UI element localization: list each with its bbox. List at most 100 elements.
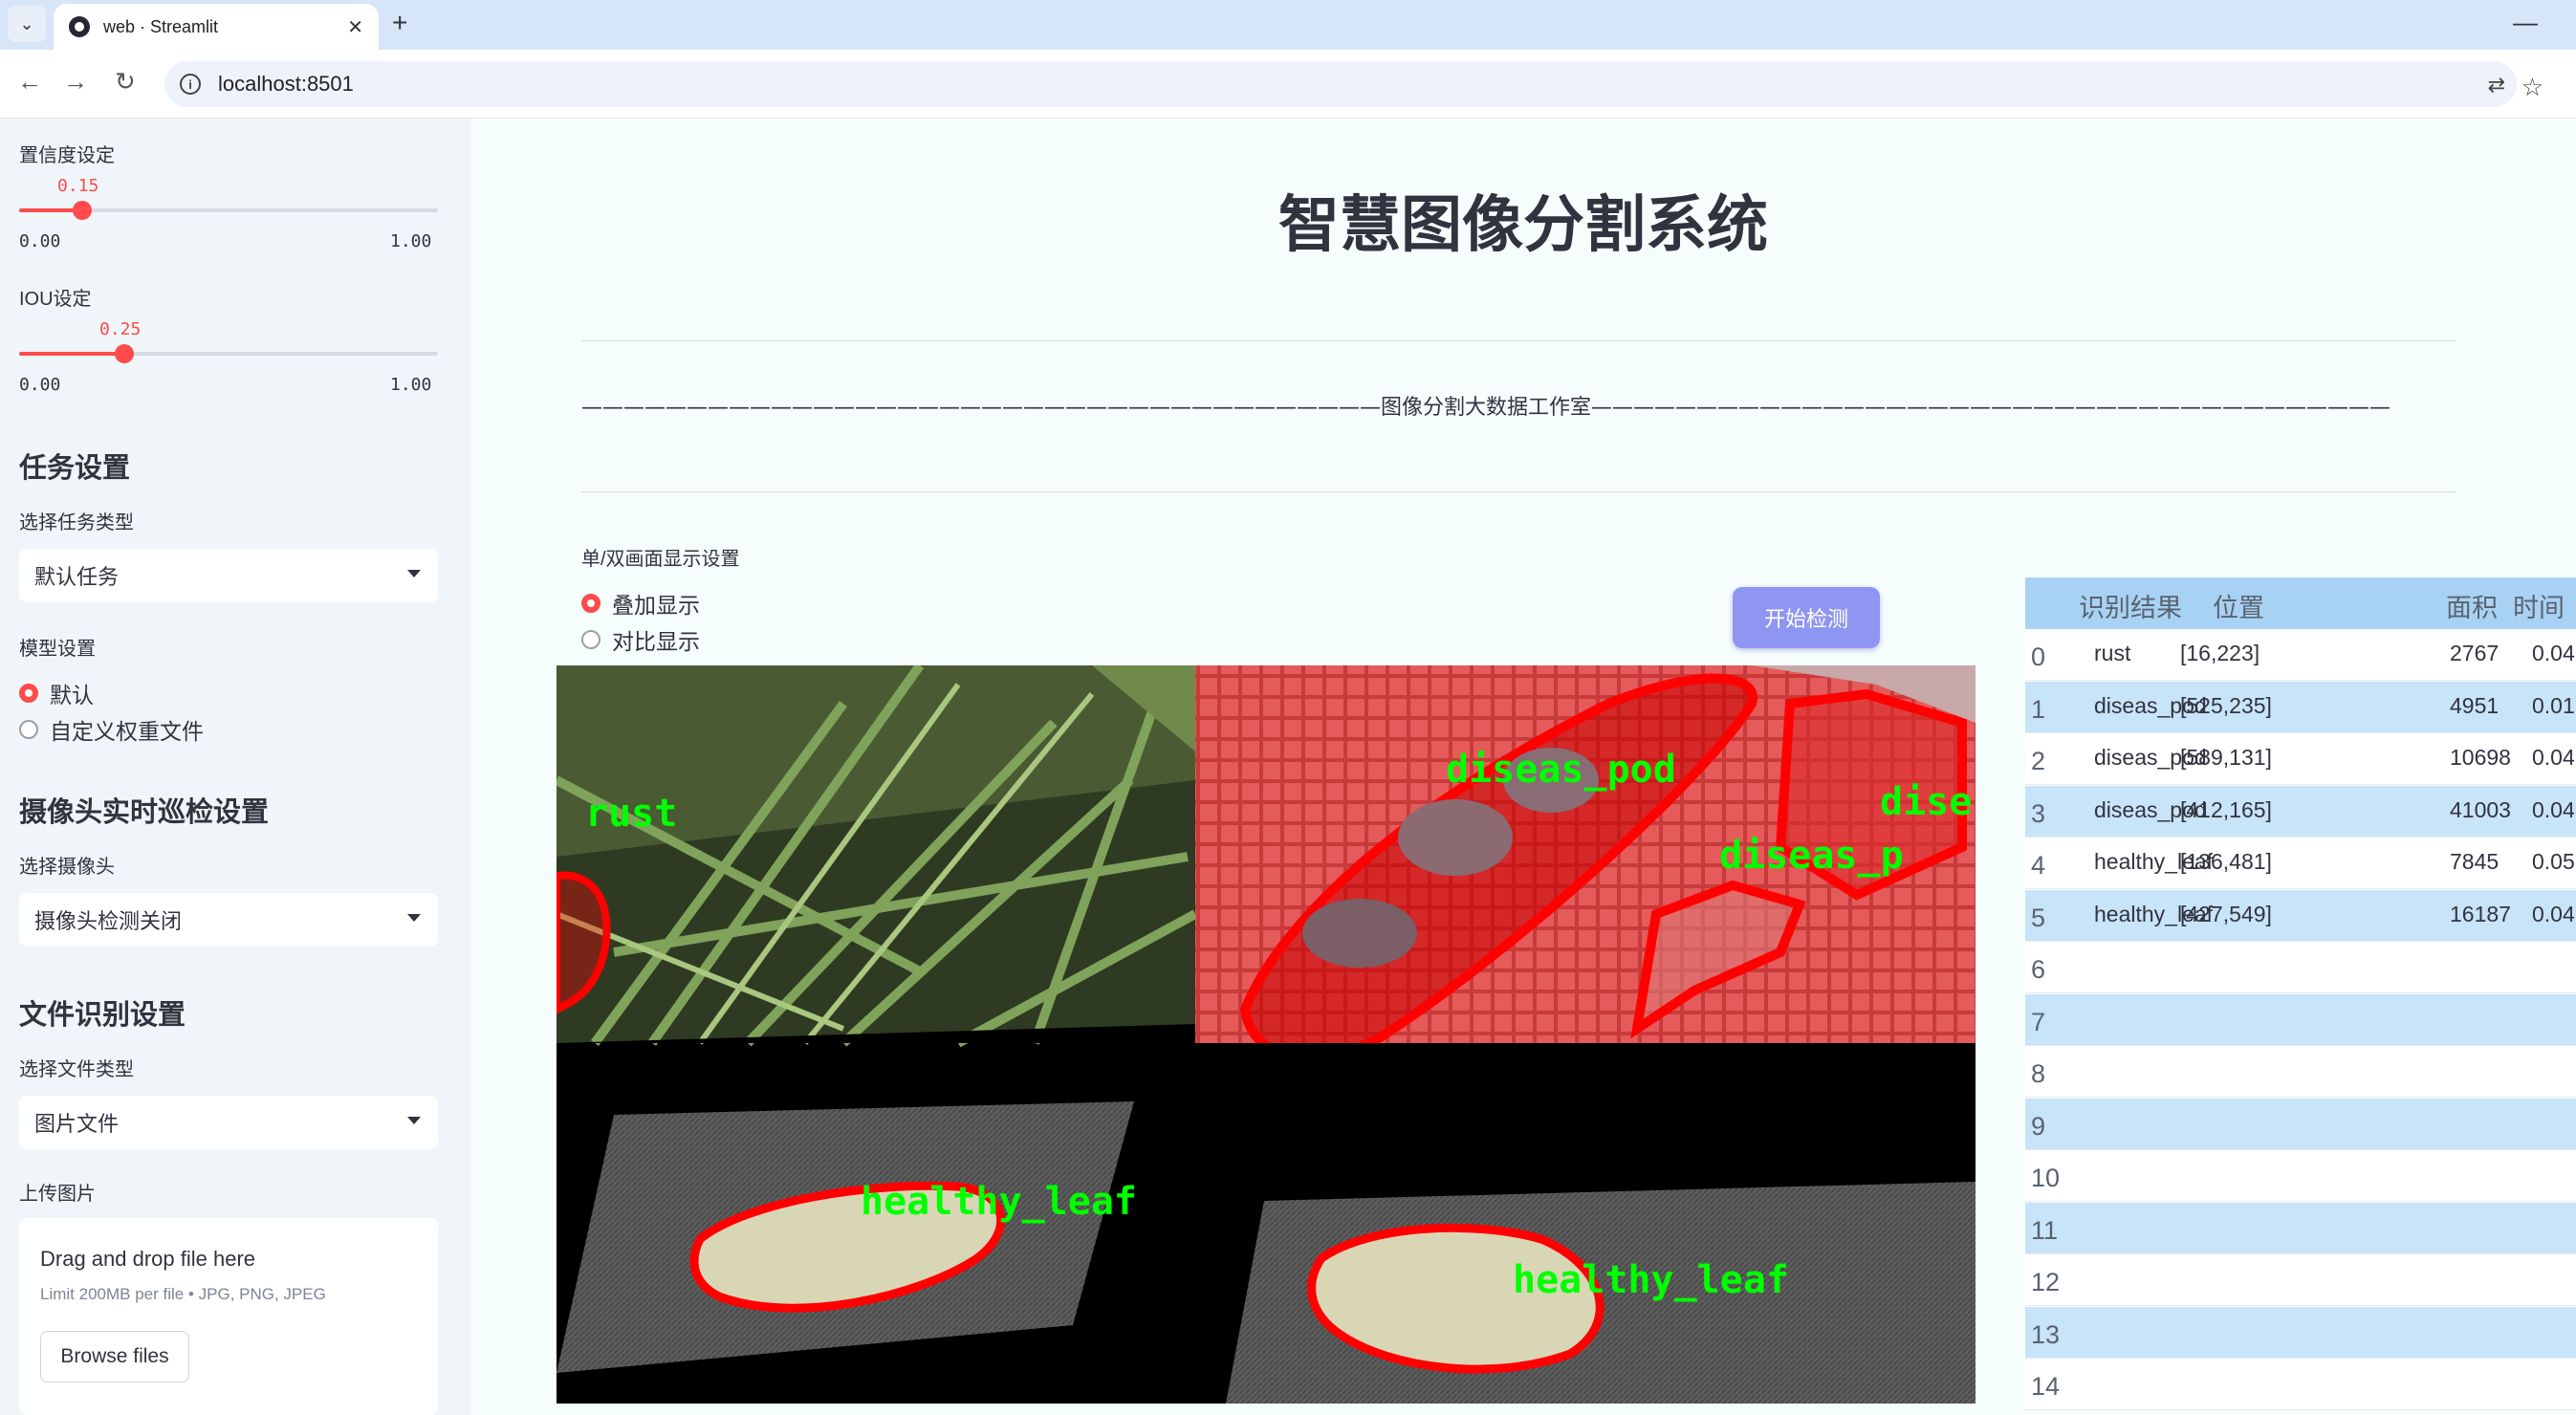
start-detection-button[interactable]: 开始检测	[1733, 587, 1880, 648]
file-type-value: 图片文件	[34, 1112, 120, 1136]
forward-arrow-icon[interactable]: →	[63, 67, 88, 97]
overlay-label-pod-2: dise	[1880, 780, 1973, 824]
confidence-value: 0.15	[57, 176, 99, 196]
model-option-default-label: 默认	[50, 683, 94, 708]
divider	[581, 340, 2456, 341]
camera-select[interactable]: 摄像头检测关闭	[19, 893, 438, 947]
file-dropzone[interactable]: Drag and drop file here Limit 200MB per …	[19, 1218, 438, 1415]
table-row[interactable]: 6	[2025, 942, 2576, 993]
iou-slider-thumb[interactable]	[115, 344, 134, 363]
streamlit-app: 置信度设定 0.15 0.00 1.00 IOU设定 0.25 0.00 1.0…	[0, 119, 2576, 1415]
new-tab-plus-icon[interactable]: +	[392, 8, 407, 38]
table-row[interactable]: 7	[2025, 993, 2576, 1046]
model-option-custom[interactable]: 自定义权重文件	[19, 713, 204, 746]
browse-files-button[interactable]: Browse files	[40, 1331, 189, 1382]
cell-area: 10698	[2450, 745, 2511, 770]
table-row[interactable]: 3 diseas_pod [412,165] 41003 0.04	[2025, 785, 2576, 838]
iou-max: 1.00	[390, 375, 432, 395]
model-option-default[interactable]: 默认	[19, 677, 94, 709]
browser-tab-bar: ⌄ web · Streamlit ✕ + —	[0, 0, 2576, 50]
cell-time: 0.04	[2532, 901, 2575, 926]
cell-area: 41003	[2450, 796, 2511, 822]
radio-selected-icon[interactable]	[581, 594, 600, 613]
site-info-icon[interactable]: i	[180, 74, 201, 95]
model-option-custom-label: 自定义权重文件	[50, 719, 204, 744]
table-row[interactable]: 5 healthy_leaf [427,549] 16187 0.04	[2025, 889, 2576, 942]
radio-unselected-icon[interactable]	[19, 720, 38, 739]
row-index: 9	[2031, 1111, 2046, 1141]
table-row[interactable]: 1 diseas_pod [525,235] 4951 0.01	[2025, 681, 2576, 733]
row-index: 13	[2031, 1319, 2061, 1349]
table-row[interactable]: 14	[2025, 1359, 2576, 1410]
cell-time: 0.04	[2532, 641, 2575, 665]
confidence-min: 0.00	[19, 231, 61, 251]
divider	[581, 491, 2456, 492]
cell-area: 2767	[2450, 641, 2500, 665]
chevron-down-icon	[407, 1117, 421, 1124]
overlay-label-leaf-1: healthy_leaf	[861, 1180, 1137, 1224]
translate-icon[interactable]: ⇄	[2488, 73, 2505, 98]
table-row[interactable]: 2 diseas_pod [589,131] 10698 0.04	[2025, 733, 2576, 785]
table-row[interactable]: 8	[2025, 1046, 2576, 1098]
radio-unselected-icon[interactable]	[581, 630, 600, 649]
confidence-max: 1.00	[390, 231, 432, 251]
page-title: 智慧图像分割系统	[1278, 190, 1768, 261]
table-row[interactable]: 4 healthy_leaf [136,481] 7845 0.05	[2025, 838, 2576, 889]
minimize-window-icon[interactable]: —	[2513, 8, 2538, 37]
task-type-value: 默认任务	[34, 565, 120, 589]
iou-slider[interactable]	[19, 344, 438, 363]
overlay-label-leaf-2: healthy_leaf	[1513, 1258, 1789, 1302]
file-type-select[interactable]: 图片文件	[19, 1096, 438, 1149]
radio-selected-icon[interactable]	[19, 684, 38, 703]
table-row[interactable]: 11	[2025, 1202, 2576, 1254]
table-row[interactable]: 12	[2025, 1254, 2576, 1306]
main-content: 智慧图像分割系统 ———————————————————————————————…	[470, 119, 2576, 1415]
header-result: 识别结果	[2079, 594, 2182, 622]
bookmark-star-icon[interactable]: ☆	[2521, 73, 2543, 102]
confidence-slider-thumb[interactable]	[73, 201, 92, 220]
studio-banner: ——————————————————————————————————————图像…	[581, 396, 2391, 420]
table-row[interactable]: 10	[2025, 1150, 2576, 1202]
header-position: 位置	[2213, 594, 2264, 622]
confidence-slider[interactable]	[19, 201, 438, 220]
row-index: 14	[2031, 1372, 2061, 1401]
grass-photo	[557, 665, 1198, 1048]
cell-time: 0.01	[2532, 692, 2575, 718]
task-settings-heading: 任务设置	[19, 453, 131, 484]
display-option-overlay[interactable]: 叠加显示	[581, 587, 700, 620]
display-option-compare[interactable]: 对比显示	[581, 623, 700, 656]
table-row[interactable]: 0 rust [16,223] 2767 0.04	[2025, 629, 2576, 681]
confidence-label: 置信度设定	[19, 145, 115, 166]
display-mode-label: 单/双画面显示设置	[581, 549, 740, 570]
dropzone-title: Drag and drop file here	[40, 1247, 256, 1271]
iou-label: IOU设定	[19, 289, 92, 310]
close-tab-icon[interactable]: ✕	[347, 15, 363, 39]
browser-tab[interactable]: web · Streamlit ✕	[54, 4, 379, 50]
chevron-down-icon	[407, 570, 421, 577]
url-field[interactable]: i localhost:8501	[164, 61, 2517, 107]
cell-area: 4951	[2450, 692, 2500, 718]
task-type-label: 选择任务类型	[19, 512, 134, 533]
header-area: 面积	[2446, 594, 2498, 622]
back-arrow-icon[interactable]: ←	[17, 67, 42, 97]
cell-area: 7845	[2450, 849, 2500, 874]
row-index: 1	[2031, 694, 2046, 724]
table-row[interactable]: 13	[2025, 1306, 2576, 1359]
dropzone-limit: Limit 200MB per file • JPG, PNG, JPEG	[40, 1285, 326, 1303]
row-index: 7	[2031, 1007, 2046, 1036]
task-type-select[interactable]: 默认任务	[19, 549, 438, 602]
cell-position: [136,481]	[2180, 849, 2272, 874]
camera-settings-heading: 摄像头实时巡检设置	[19, 797, 270, 828]
display-option-overlay-label: 叠加显示	[612, 593, 700, 618]
iou-slider-fill	[19, 352, 124, 356]
cell-time: 0.04	[2532, 796, 2575, 822]
tab-list-chevron-icon[interactable]: ⌄	[8, 6, 46, 42]
cell-position: [525,235]	[2180, 692, 2272, 718]
reload-icon[interactable]: ↻	[115, 67, 136, 97]
cell-position: [427,549]	[2180, 901, 2272, 926]
table-row[interactable]: 9	[2025, 1098, 2576, 1150]
iou-min: 0.00	[19, 375, 61, 395]
file-settings-heading: 文件识别设置	[19, 1000, 186, 1031]
leaf-photos	[557, 1057, 1976, 1404]
overlay-label-rust: rust	[585, 792, 678, 836]
